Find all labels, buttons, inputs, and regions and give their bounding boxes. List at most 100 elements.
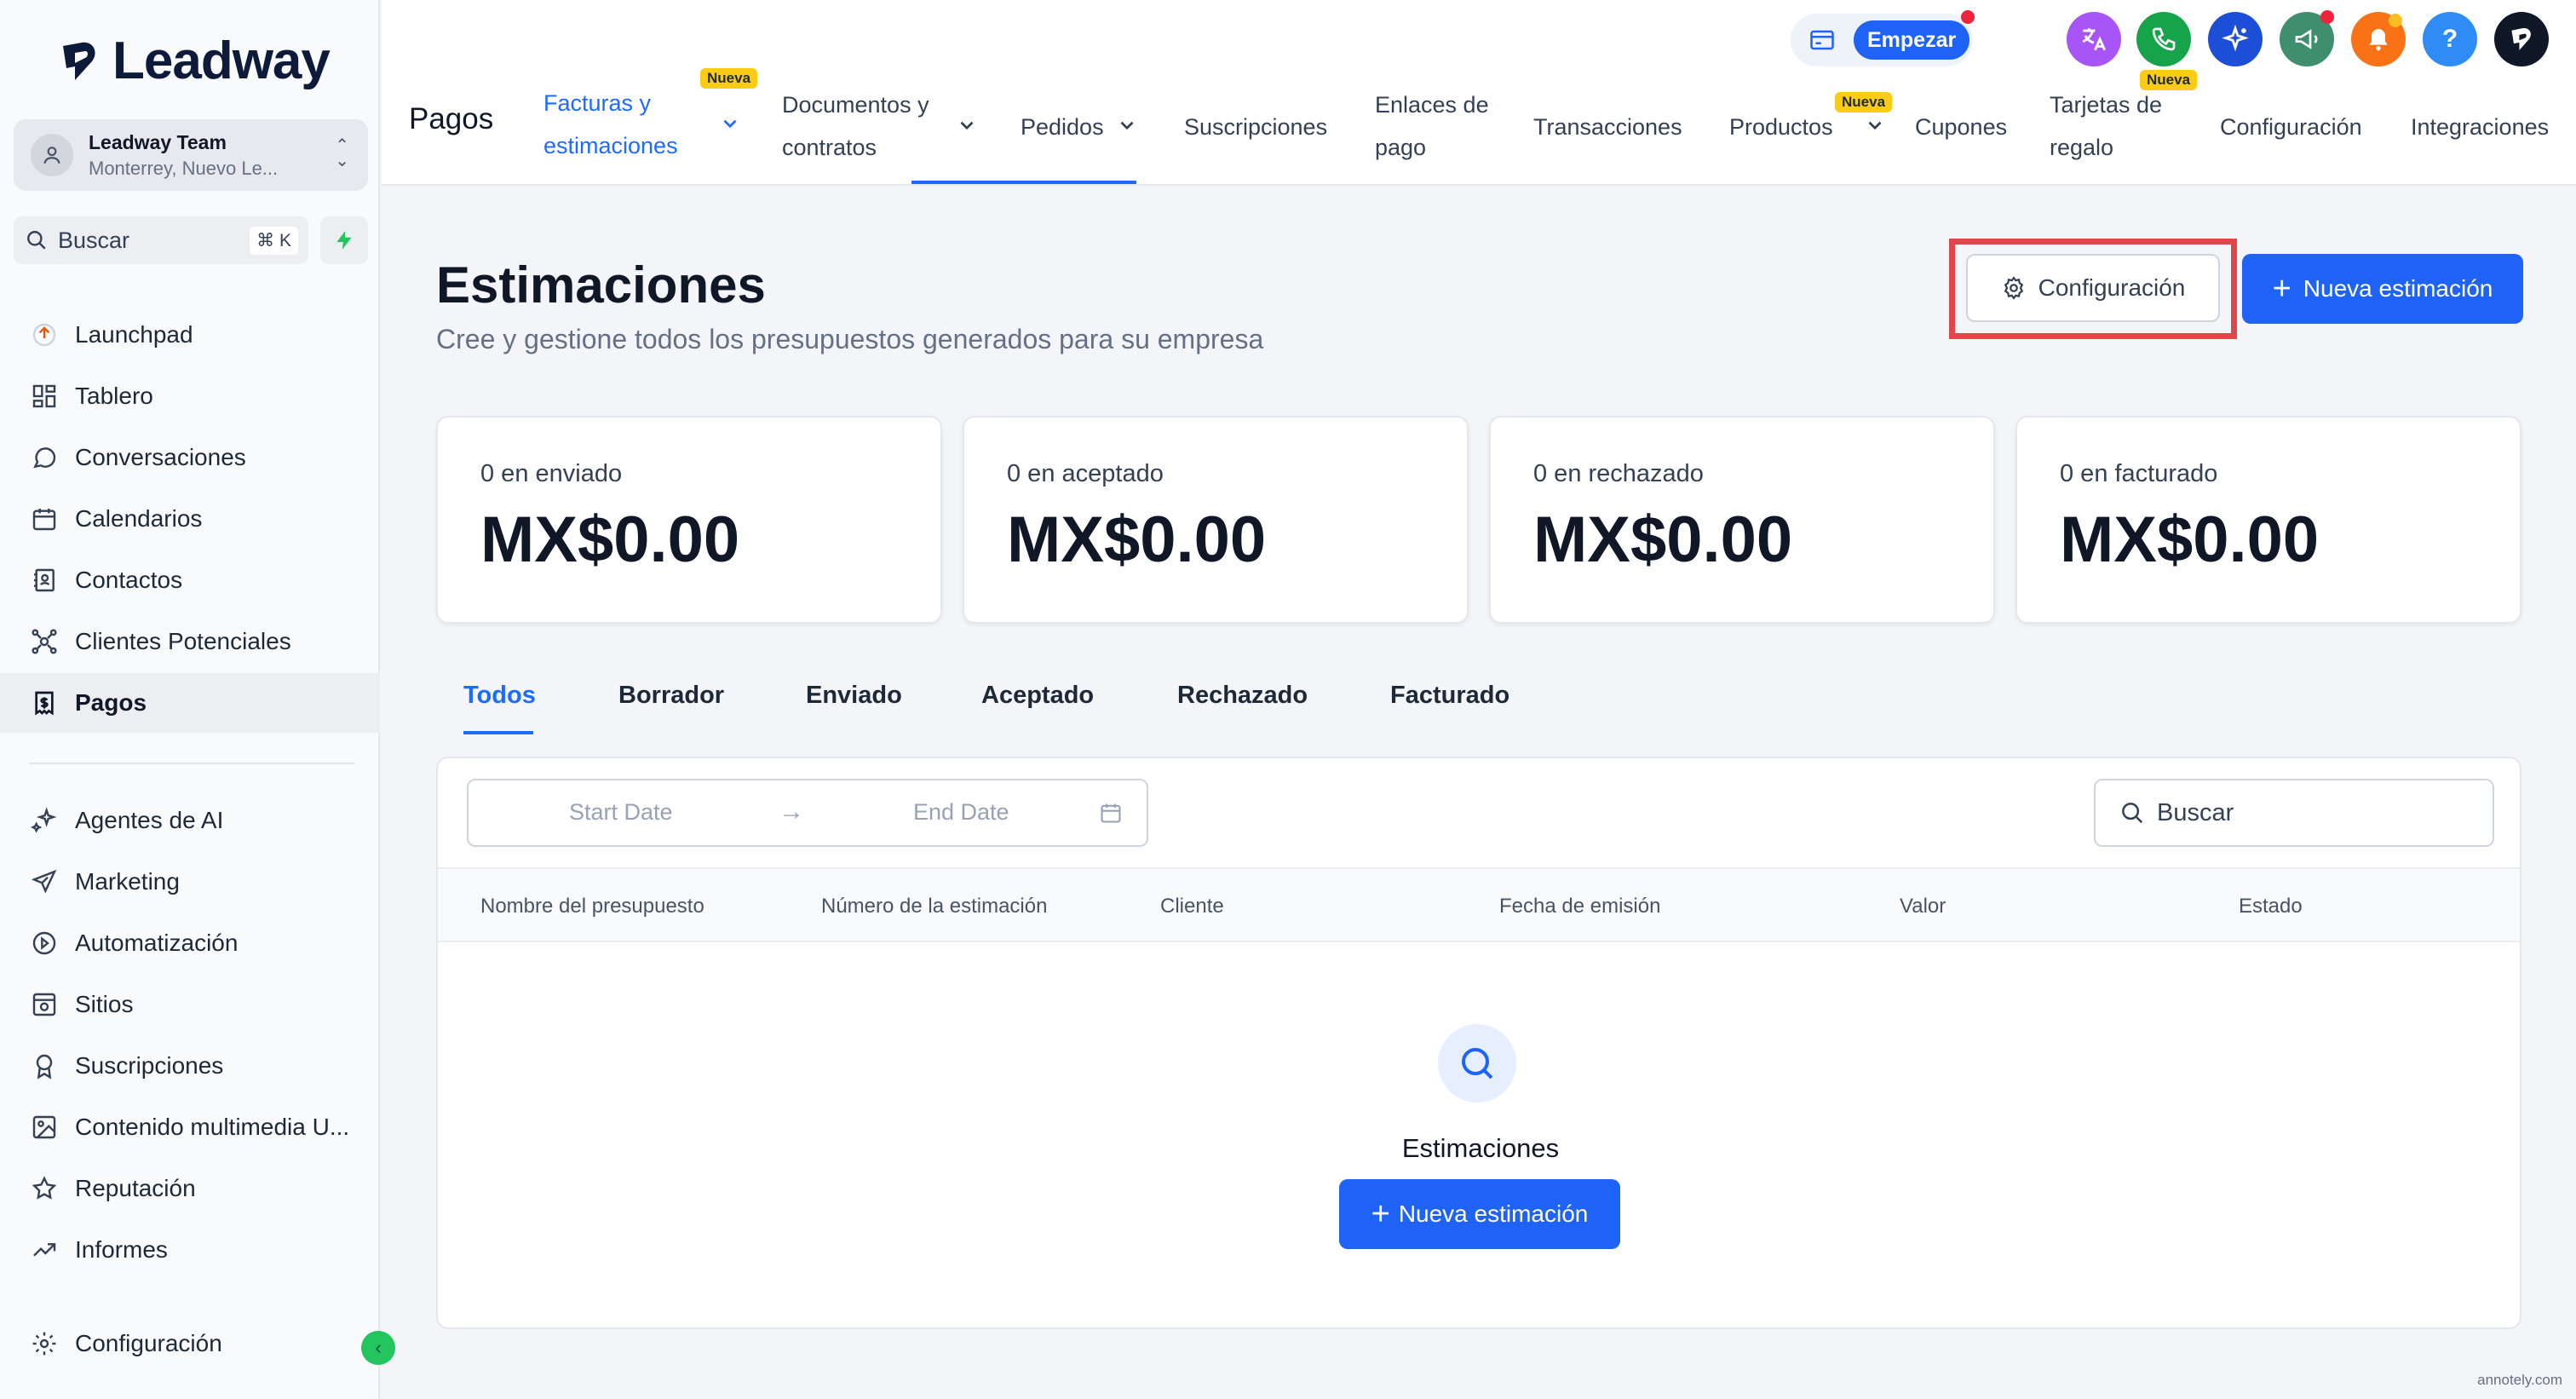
tab-integraciones[interactable]: Integraciones xyxy=(2411,106,2549,148)
filter-tab-aceptado[interactable]: Aceptado xyxy=(981,682,1094,710)
stat-label: 0 en enviado xyxy=(480,460,623,487)
sidebar-item-configuracion[interactable]: Configuración xyxy=(0,1314,380,1373)
empezar-button[interactable]: Empezar xyxy=(1854,20,1970,60)
profile-logo-icon[interactable] xyxy=(2494,12,2549,66)
filter-tab-enviado[interactable]: Enviado xyxy=(806,682,902,710)
tab-suscripciones[interactable]: Suscripciones xyxy=(1184,106,1327,148)
new-estimate-button[interactable]: + Nueva estimación xyxy=(2242,254,2523,324)
sidebar-item-marketing[interactable]: Marketing xyxy=(0,852,380,912)
table-search-placeholder: Buscar xyxy=(2157,798,2234,826)
start-date-field[interactable]: Start Date xyxy=(569,799,673,826)
dashboard-icon xyxy=(29,381,60,412)
tab-documentos-contratos[interactable]: Documentos y contratos xyxy=(782,83,929,169)
tab-configuracion[interactable]: Configuración xyxy=(2220,106,2362,148)
column-header[interactable]: Número de la estimación xyxy=(821,895,1047,918)
stat-card-facturado: 0 en facturado MX$0.00 xyxy=(2015,416,2521,624)
estimates-table-panel: Start Date → End Date Buscar Nombre del … xyxy=(436,757,2521,1329)
sidebar-item-label: Pagos xyxy=(75,689,147,716)
sidebar-item-label: Automatización xyxy=(75,930,239,956)
notification-dot xyxy=(2389,14,2402,27)
sidebar-item-suscripciones[interactable]: Suscripciones xyxy=(0,1036,380,1096)
end-date-field[interactable]: End Date xyxy=(913,799,1009,826)
sidebar-item-reputacion[interactable]: Reputación xyxy=(0,1159,380,1218)
leads-icon xyxy=(29,626,60,657)
sidebar-item-clientes-potenciales[interactable]: Clientes Potenciales xyxy=(0,612,380,671)
tab-transacciones[interactable]: Transacciones xyxy=(1533,106,1682,148)
badge-icon xyxy=(29,1051,60,1081)
tab-cupones[interactable]: Cupones xyxy=(1915,106,2007,148)
brand-logo[interactable]: Leadway xyxy=(56,31,331,91)
chevron-down-icon[interactable] xyxy=(1864,114,1886,136)
sidebar-item-contenido-multimedia[interactable]: Contenido multimedia U... xyxy=(0,1097,380,1157)
empty-state-title: Estimaciones xyxy=(1401,1133,1560,1163)
sidebar-item-launchpad[interactable]: Launchpad xyxy=(0,305,380,365)
sidebar-item-informes[interactable]: Informes xyxy=(0,1220,380,1280)
tab-facturas-estimaciones[interactable]: Facturas y estimaciones xyxy=(543,82,678,167)
phone-icon[interactable] xyxy=(2136,12,2191,66)
stat-card-rechazado: 0 en rechazado MX$0.00 xyxy=(1489,416,1995,624)
new-badge: Nueva xyxy=(700,68,758,89)
sidebar-search[interactable]: Buscar ⌘ K xyxy=(14,216,308,264)
column-header[interactable]: Valor xyxy=(1900,895,1946,918)
help-icon[interactable]: ? xyxy=(2423,12,2477,66)
tab-pedidos[interactable]: Pedidos xyxy=(1021,106,1104,148)
filter-tab-borrador[interactable]: Borrador xyxy=(618,682,724,710)
column-header[interactable]: Estado xyxy=(2239,895,2303,918)
chevron-down-icon[interactable] xyxy=(1116,114,1138,136)
filter-tab-facturado[interactable]: Facturado xyxy=(1390,682,1509,710)
new-estimate-button-label: Nueva estimación xyxy=(2303,275,2493,302)
sidebar-item-label: Suscripciones xyxy=(75,1052,224,1079)
calendar-icon xyxy=(1101,803,1121,823)
quick-actions-button[interactable] xyxy=(320,216,368,264)
bolt-icon xyxy=(336,231,352,250)
sidebar-item-label: Sitios xyxy=(75,991,134,1017)
table-search-input[interactable]: Buscar xyxy=(2094,779,2494,847)
brand-name: Leadway xyxy=(112,32,331,90)
stat-label: 0 en facturado xyxy=(2060,460,2218,487)
gear-icon xyxy=(29,1328,60,1359)
account-switcher[interactable]: Leadway Team Monterrey, Nuevo Le... ⌃ ⌄ xyxy=(14,119,368,191)
filter-tab-rechazado[interactable]: Rechazado xyxy=(1177,682,1308,710)
sites-icon xyxy=(29,989,60,1020)
chevron-down-icon[interactable] xyxy=(956,114,978,136)
configuration-button[interactable]: Configuración xyxy=(1966,254,2220,322)
tab-label-line2: estimaciones xyxy=(543,133,678,158)
plus-icon: + xyxy=(2272,271,2291,307)
sidebar-item-label: Calendarios xyxy=(75,505,203,532)
tab-enlaces-pago[interactable]: Enlaces de pago xyxy=(1375,83,1489,169)
sidebar-item-automatizacion[interactable]: Automatización xyxy=(0,913,380,973)
automation-icon xyxy=(29,928,60,959)
stat-label: 0 en aceptado xyxy=(1007,460,1164,487)
active-filter-indicator xyxy=(463,731,533,734)
translate-icon[interactable] xyxy=(2067,12,2121,66)
tab-productos[interactable]: Productos xyxy=(1729,106,1833,148)
collapse-sidebar-button[interactable]: ‹ xyxy=(361,1331,395,1365)
column-header[interactable]: Cliente xyxy=(1160,895,1224,918)
sidebar-search-placeholder: Buscar xyxy=(58,227,130,253)
new-badge: Nueva xyxy=(1835,92,1893,112)
column-header[interactable]: Nombre del presupuesto xyxy=(480,895,704,918)
notification-dot xyxy=(2320,10,2334,24)
chat-icon xyxy=(29,442,60,473)
sidebar-item-contactos[interactable]: Contactos xyxy=(0,550,380,610)
tab-tarjetas-regalo[interactable]: Tarjetas de regalo xyxy=(2050,83,2162,169)
sidebar-item-tablero[interactable]: Tablero xyxy=(0,366,380,426)
sidebar-item-label: Marketing xyxy=(75,868,180,895)
filter-tab-todos[interactable]: Todos xyxy=(463,682,536,710)
search-shortcut: ⌘ K xyxy=(250,227,298,255)
sidebar-item-calendarios[interactable]: Calendarios xyxy=(0,489,380,549)
ai-sparkle-icon[interactable] xyxy=(2208,12,2263,66)
date-range-picker[interactable]: Start Date → End Date xyxy=(467,779,1148,847)
sidebar-item-pagos[interactable]: Pagos xyxy=(0,673,380,733)
empty-state-new-estimate-button[interactable]: + Nueva estimación xyxy=(1339,1179,1620,1249)
sidebar-item-sitios[interactable]: Sitios xyxy=(0,975,380,1034)
chevron-down-icon[interactable] xyxy=(719,112,741,135)
sidebar-item-label: Tablero xyxy=(75,383,153,409)
column-header[interactable]: Fecha de emisión xyxy=(1499,895,1660,918)
sidebar-item-agentes-ai[interactable]: Agentes de AI xyxy=(0,791,380,850)
sidebar-item-conversaciones[interactable]: Conversaciones xyxy=(0,428,380,487)
card-icon xyxy=(1810,30,1834,50)
tab-label-line1: Facturas y xyxy=(543,90,652,116)
sidebar: Leadway Leadway Team Monterrey, Nuevo Le… xyxy=(0,0,395,1399)
sidebar-item-label: Configuración xyxy=(75,1330,222,1356)
